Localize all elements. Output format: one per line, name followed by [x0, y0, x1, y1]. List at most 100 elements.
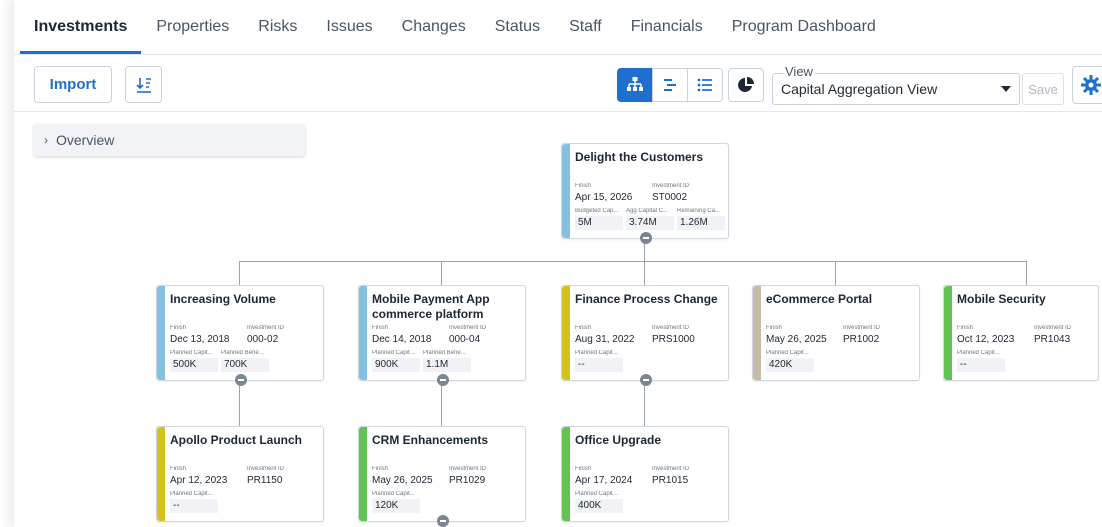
- investment-card[interactable]: Finance Process Change Finish Investment…: [561, 285, 729, 386]
- status-color-bar: [562, 144, 570, 238]
- connector-line: [441, 380, 442, 426]
- metric-value: 1.1M: [423, 358, 471, 372]
- collapse-toggle[interactable]: [437, 515, 449, 527]
- investment-id: PR1043: [1034, 334, 1071, 345]
- overview-panel[interactable]: › Overview: [34, 124, 305, 156]
- pie-chart-icon: [738, 77, 754, 92]
- metric-label: Planned Capit...: [766, 350, 809, 356]
- metric-label: Planned Bene...: [423, 350, 466, 356]
- tab-divider: [14, 54, 1102, 55]
- finish-label: Finish: [372, 466, 389, 472]
- collapse-toggle[interactable]: [235, 374, 247, 386]
- finish-label: Finish: [957, 325, 974, 331]
- investment-card[interactable]: Office Upgrade Finish Investment ID Apr …: [561, 426, 729, 522]
- metric-value: 420K: [766, 358, 814, 372]
- metric-value: --: [957, 358, 1005, 372]
- metric-label: Planned Capit...: [170, 350, 213, 356]
- investment-id-label: Investment ID: [652, 466, 690, 472]
- investment-id-label: Investment ID: [449, 466, 487, 472]
- finish-label: Finish: [372, 325, 389, 331]
- status-color-bar: [944, 286, 952, 380]
- gantt-view-button[interactable]: [652, 68, 688, 102]
- card-title: Mobile Security: [957, 292, 1046, 306]
- connector-line: [239, 380, 240, 426]
- tab-investments[interactable]: Investments: [19, 0, 142, 54]
- settings-button[interactable]: [1072, 66, 1102, 104]
- card-title: Delight the Customers: [575, 150, 704, 164]
- status-color-bar: [562, 286, 570, 380]
- investment-card[interactable]: Mobile Payment App commerce platform Fin…: [358, 285, 526, 386]
- hierarchy-view-button[interactable]: [617, 68, 653, 102]
- tab-financials[interactable]: Financials: [631, 0, 703, 54]
- card-title: Increasing Volume: [170, 292, 276, 306]
- gantt-icon: [664, 79, 676, 91]
- card-title: CRM Enhancements: [372, 433, 489, 447]
- metric-value: 1.26M: [677, 216, 725, 230]
- tab-issues[interactable]: Issues: [326, 0, 372, 54]
- metric-label: Planned Capit...: [575, 491, 618, 497]
- finish-label: Finish: [170, 466, 187, 472]
- finish-date: Aug 31, 2022: [575, 334, 635, 345]
- finish-date: Oct 12, 2023: [957, 334, 1015, 345]
- investment-id-label: Investment ID: [247, 325, 285, 331]
- download-button[interactable]: [125, 66, 162, 103]
- collapse-toggle[interactable]: [640, 374, 652, 386]
- tab-changes[interactable]: Changes: [402, 0, 466, 54]
- metric-value: 400K: [575, 499, 623, 513]
- metric-value: --: [575, 358, 623, 372]
- collapse-toggle[interactable]: [640, 232, 652, 244]
- connector-line: [239, 261, 240, 285]
- metric-label: Planned Capit...: [372, 491, 415, 497]
- tab-properties[interactable]: Properties: [156, 0, 229, 54]
- import-button[interactable]: Import: [34, 66, 112, 103]
- download-icon: [135, 77, 151, 93]
- tab-program-dashboard[interactable]: Program Dashboard: [732, 0, 876, 54]
- metric-value: 120K: [372, 499, 420, 513]
- investment-card[interactable]: Delight the Customers Finish Investment …: [561, 143, 729, 244]
- metric-value: --: [170, 499, 218, 513]
- investment-id: PR1029: [449, 475, 486, 486]
- tab-risks[interactable]: Risks: [258, 0, 297, 54]
- chart-view-button[interactable]: [728, 68, 764, 102]
- metric-value: 5M: [575, 216, 623, 230]
- investment-id: ST0002: [652, 192, 688, 203]
- investment-id-label: Investment ID: [652, 183, 690, 189]
- metric-label: Planned Capit...: [372, 350, 415, 356]
- investment-card[interactable]: Increasing Volume Finish Investment ID D…: [156, 285, 324, 386]
- metric-value: 3.74M: [626, 216, 674, 230]
- finish-label: Finish: [575, 183, 592, 189]
- investment-id-label: Investment ID: [1034, 325, 1072, 331]
- status-color-bar: [562, 427, 570, 521]
- investment-card[interactable]: Mobile Security Finish Investment ID Oct…: [943, 285, 1099, 381]
- connector-line: [441, 261, 442, 285]
- status-color-bar: [157, 427, 165, 521]
- connector-line: [835, 261, 836, 285]
- list-view-button[interactable]: [687, 68, 723, 102]
- status-color-bar: [157, 286, 165, 380]
- investment-card[interactable]: Apollo Product Launch Finish Investment …: [156, 426, 324, 522]
- investment-id: PRS1000: [652, 334, 695, 345]
- status-color-bar: [359, 286, 367, 380]
- view-dropdown-value: Capital Aggregation View: [781, 81, 938, 97]
- metric-label: Budgeted Cap...: [575, 208, 619, 214]
- investment-card[interactable]: CRM Enhancements Finish Investment ID Ma…: [358, 426, 526, 527]
- finish-date: Apr 17, 2024: [575, 475, 633, 486]
- card-title: Finance Process Change: [575, 292, 718, 306]
- tab-staff[interactable]: Staff: [569, 0, 602, 54]
- tab-status[interactable]: Status: [495, 0, 540, 54]
- finish-label: Finish: [766, 325, 783, 331]
- toolbar-divider: [14, 111, 1102, 112]
- metric-label: Planned Capit...: [957, 350, 1000, 356]
- investment-id-label: Investment ID: [247, 466, 285, 472]
- investment-id: PR1015: [652, 475, 689, 486]
- metric-label: Planned Capit...: [575, 350, 618, 356]
- investment-card[interactable]: eCommerce Portal Finish Investment ID Ma…: [752, 285, 920, 381]
- investment-id-label: Investment ID: [652, 325, 690, 331]
- finish-label: Finish: [575, 325, 592, 331]
- collapse-toggle[interactable]: [437, 374, 449, 386]
- save-button[interactable]: Save: [1022, 73, 1064, 105]
- investment-id: 000-02: [247, 334, 279, 345]
- overview-label: Overview: [56, 132, 115, 148]
- card-title: Office Upgrade: [575, 433, 662, 447]
- card-title: eCommerce Portal: [766, 292, 873, 306]
